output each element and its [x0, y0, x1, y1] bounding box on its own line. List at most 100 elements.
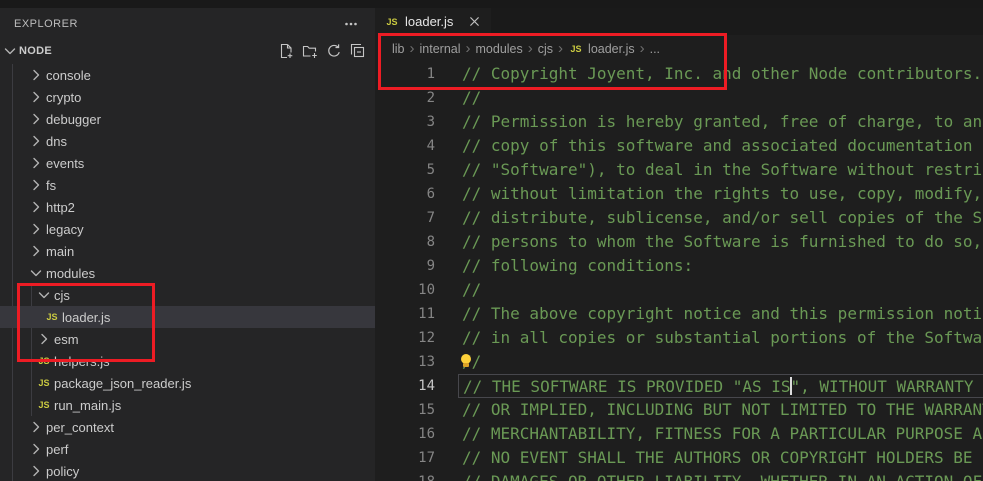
code-line-12[interactable]: 12// in all copies or substantial portio… — [375, 326, 983, 350]
chevron-right-icon — [28, 441, 44, 457]
code-line-text: // — [458, 86, 983, 110]
tree-item-events[interactable]: events — [0, 152, 375, 174]
tree-item-package-json-reader-js[interactable]: JSpackage_json_reader.js — [0, 372, 375, 394]
code-line-text: // The above copyright notice and this p… — [458, 302, 983, 326]
tree-item-run-main-js[interactable]: JSrun_main.js — [0, 394, 375, 416]
new-folder-icon[interactable] — [301, 42, 318, 60]
tree-item-esm[interactable]: esm — [0, 328, 375, 350]
tree-item-label: helpers.js — [54, 354, 110, 369]
code-line-text: // persons to whom the Software is furni… — [458, 230, 983, 254]
code-line-text: // Copyright Joyent, Inc. and other Node… — [458, 62, 983, 86]
code-line-6[interactable]: 6 // without limitation the rights to use… — [375, 182, 983, 206]
chevron-right-icon — [28, 89, 44, 105]
code-line-text: // "Software"), to deal in the Software … — [458, 158, 983, 182]
tree-item-per-context[interactable]: per_context — [0, 416, 375, 438]
code-line-text: // copy of this software and associated … — [458, 134, 983, 158]
tree-item-policy[interactable]: policy — [0, 460, 375, 481]
explorer-title: EXPLORER — [14, 18, 78, 30]
breadcrumb-item-internal[interactable]: internal — [420, 42, 461, 56]
tree-item-label: loader.js — [62, 310, 110, 325]
tree-item-helpers-js[interactable]: JShelpers.js — [0, 350, 375, 372]
code-line-text: // without limitation the rights to use,… — [458, 182, 983, 206]
tree-item-label: debugger — [46, 112, 101, 127]
code-editor[interactable]: 1// Copyright Joyent, Inc. and other Nod… — [375, 62, 983, 481]
node-section-label: NODE — [19, 45, 52, 57]
code-line-2[interactable]: 2 // — [375, 86, 983, 110]
more-actions-icon[interactable] — [341, 14, 361, 34]
explorer-pane-header: EXPLORER — [0, 8, 375, 40]
line-number: 3 — [375, 110, 435, 134]
chevron-down-icon — [2, 43, 18, 59]
tree-item-legacy[interactable]: legacy — [0, 218, 375, 240]
code-line-7[interactable]: 7// distribute, sublicense, and/or sell … — [375, 206, 983, 230]
code-line-16[interactable]: 16// MERCHANTABILITY, FITNESS FOR A PART… — [375, 422, 983, 446]
line-number: 11 — [375, 302, 435, 326]
node-section-header[interactable]: NODE — [0, 40, 375, 62]
code-line-11[interactable]: 11 // The above copyright notice and this… — [375, 302, 983, 326]
tree-item-label: run_main.js — [54, 398, 121, 413]
lightbulb-icon[interactable] — [459, 354, 473, 369]
code-line-3[interactable]: 3 // Permission is hereby granted, free o… — [375, 110, 983, 134]
code-line-14[interactable]: 14// THE SOFTWARE IS PROVIDED "AS IS", W… — [375, 374, 983, 398]
tree-item-modules[interactable]: modules — [0, 262, 375, 284]
code-line-5[interactable]: 5// "Software"), to deal in the Software… — [375, 158, 983, 182]
new-file-icon[interactable] — [277, 42, 294, 60]
code-line-8[interactable]: 8 // persons to whom the Software is furn… — [375, 230, 983, 254]
breadcrumb-item-[interactable]: ... — [650, 42, 660, 56]
breadcrumb-item-label: ... — [650, 42, 660, 56]
tree-item-perf[interactable]: perf — [0, 438, 375, 460]
code-line-17[interactable]: 17// NO EVENT SHALL THE AUTHORS OR COPYR… — [375, 446, 983, 470]
tree-item-dns[interactable]: dns — [0, 130, 375, 152]
line-number: 18 — [375, 470, 435, 481]
chevron-right-icon: › — [635, 41, 650, 56]
chevron-right-icon: › — [523, 41, 538, 56]
line-number: 12 — [375, 326, 435, 350]
line-number: 8 — [375, 230, 435, 254]
tree-item-label: modules — [46, 266, 95, 281]
breadcrumb-item-lib[interactable]: lib — [392, 42, 405, 56]
breadcrumb-item-loader-js[interactable]: JSloader.js — [568, 42, 635, 56]
breadcrumb-item-cjs[interactable]: cjs — [538, 42, 553, 56]
chevron-down-icon — [28, 265, 44, 281]
line-number: 17 — [375, 446, 435, 470]
tree-item-label: events — [46, 156, 84, 171]
node-section-actions — [277, 42, 375, 60]
code-line-text: // THE SOFTWARE IS PROVIDED "AS IS", WIT… — [458, 374, 983, 398]
line-number: 6 — [375, 182, 435, 206]
title-bar — [0, 0, 983, 8]
tree-item-cjs[interactable]: cjs — [0, 284, 375, 306]
tree-item-crypto[interactable]: crypto — [0, 86, 375, 108]
code-line-10[interactable]: 10// — [375, 278, 983, 302]
breadcrumb-item-label: lib — [392, 42, 405, 56]
code-line-1[interactable]: 1// Copyright Joyent, Inc. and other Nod… — [375, 62, 983, 86]
chevron-right-icon — [28, 221, 44, 237]
code-line-4[interactable]: 4// copy of this software and associated… — [375, 134, 983, 158]
code-line-9[interactable]: 9// following conditions: — [375, 254, 983, 278]
tree-item-console[interactable]: console — [0, 64, 375, 86]
code-line-13[interactable]: 13 // — [375, 350, 983, 374]
code-line-15[interactable]: 15// OR IMPLIED, INCLUDING BUT NOT LIMIT… — [375, 398, 983, 422]
tab-loader-js[interactable]: JSloader.js — [375, 8, 491, 35]
tree-item-main[interactable]: main — [0, 240, 375, 262]
refresh-icon[interactable] — [325, 42, 342, 60]
chevron-right-icon — [28, 419, 44, 435]
tree-item-label: cjs — [54, 288, 70, 303]
vscode-window: EXPLORER NODE consolecrypto debugger dns ev… — [0, 0, 983, 481]
tree-item-fs[interactable]: fs — [0, 174, 375, 196]
line-number: 2 — [375, 86, 435, 110]
chevron-right-icon: › — [461, 41, 476, 56]
chevron-right-icon — [36, 331, 52, 347]
js-file-icon: JS — [36, 378, 52, 388]
code-line-text: // — [458, 350, 983, 374]
tree-item-loader-js[interactable]: JSloader.js — [0, 306, 375, 328]
tree-item-debugger[interactable]: debugger — [0, 108, 375, 130]
line-number: 13 — [375, 350, 435, 374]
tree-item-label: esm — [54, 332, 79, 347]
close-icon[interactable] — [466, 14, 482, 30]
collapse-all-icon[interactable] — [349, 42, 366, 60]
breadcrumb-item-label: internal — [420, 42, 461, 56]
code-line-18[interactable]: 18// DAMAGES OR OTHER LIABILITY, WHETHER… — [375, 470, 983, 481]
breadcrumb-item-modules[interactable]: modules — [476, 42, 523, 56]
code-line-text: // Permission is hereby granted, free of… — [458, 110, 983, 134]
tree-item-http2[interactable]: http2 — [0, 196, 375, 218]
